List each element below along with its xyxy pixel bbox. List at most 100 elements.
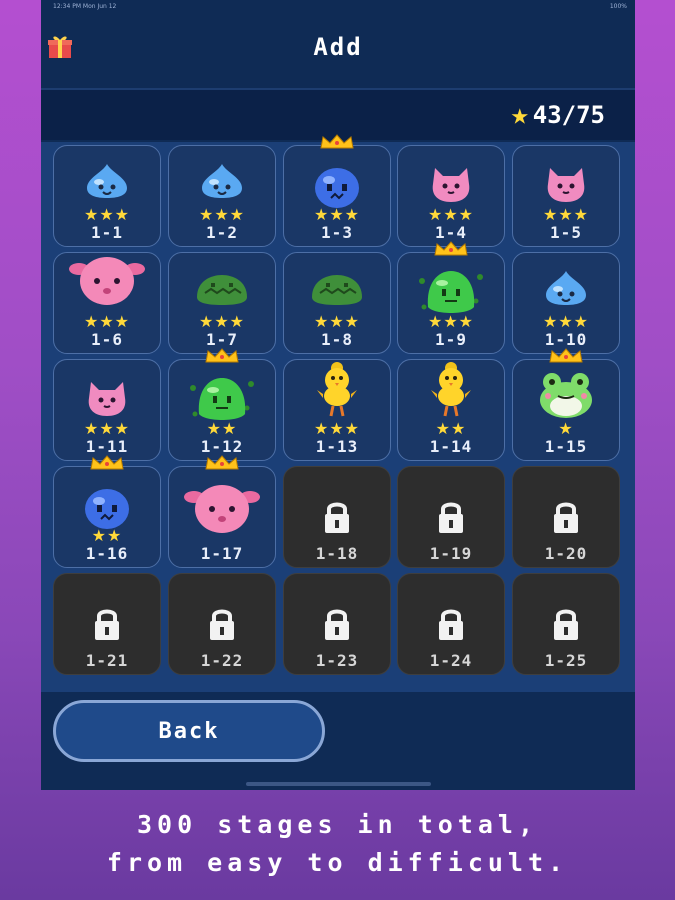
stage-label: 1-13 <box>315 437 359 456</box>
home-indicator <box>246 782 431 786</box>
promo-caption: 300 stages in total, from easy to diffic… <box>0 806 675 882</box>
crown-icon <box>319 134 355 154</box>
yellow-chick-icon <box>429 354 473 420</box>
crown-icon <box>89 455 125 475</box>
crown-icon <box>548 348 584 368</box>
stage-label: 1-25 <box>544 651 588 670</box>
stage-tile[interactable]: 1-24 <box>397 573 505 675</box>
star-icon: ★ <box>510 97 529 132</box>
stage-tile[interactable]: 1-23 <box>283 573 391 675</box>
stage-stars: ★★ <box>206 419 238 438</box>
bottom-bar: Back <box>41 692 635 790</box>
blue-blob-icon <box>309 134 365 210</box>
app-screen: 12:34 PM Mon Jun 12 100% Add ★ 43/75 ★★★… <box>41 0 635 790</box>
stage-tile[interactable]: ★★★ 1-7 <box>168 252 276 354</box>
back-button[interactable]: Back <box>53 700 325 762</box>
stage-tile[interactable]: ★★★ 1-3 <box>283 134 391 247</box>
lock-icon <box>92 606 122 646</box>
stage-tile[interactable]: 1-19 <box>397 466 505 568</box>
stage-tile[interactable]: ★★★ 1-6 <box>53 252 161 354</box>
star-total-bar: ★ 43/75 <box>41 88 635 140</box>
star-total: ★ 43/75 <box>511 100 605 130</box>
stage-label: 1-10 <box>544 330 588 349</box>
lock-icon <box>322 606 352 646</box>
stage-tile[interactable]: ★★ 1-12 <box>168 348 276 461</box>
stage-stars: ★★★ <box>198 312 246 331</box>
blue-slime-icon <box>540 267 592 307</box>
stage-label: 1-17 <box>200 544 244 563</box>
stage-label: 1-23 <box>315 651 359 670</box>
stage-label: 1-21 <box>85 651 129 670</box>
stage-label: 1-18 <box>315 544 359 563</box>
stage-label: 1-20 <box>544 544 588 563</box>
stage-tile[interactable]: ★★★ 1-10 <box>512 252 620 354</box>
green-jelly-icon <box>416 241 486 321</box>
stage-tile[interactable]: ★★★ 1-8 <box>283 252 391 354</box>
stage-label: 1-8 <box>321 330 353 349</box>
stage-tile[interactable]: ★★★ 1-13 <box>283 359 391 461</box>
stage-tile[interactable]: ★★ 1-16 <box>53 455 161 568</box>
stage-tile[interactable]: ★★★ 1-2 <box>168 145 276 247</box>
stage-label: 1-24 <box>429 651 473 670</box>
stage-label: 1-6 <box>91 330 123 349</box>
stage-stars: ★★★ <box>83 312 131 331</box>
lock-icon <box>436 606 466 646</box>
stage-tile[interactable]: 1-21 <box>53 573 161 675</box>
stage-stars: ★★★ <box>198 205 246 224</box>
stage-tile[interactable]: ★ 1-15 <box>512 348 620 461</box>
lock-icon <box>207 606 237 646</box>
pink-bunny-icon <box>69 247 145 309</box>
stage-stars: ★★★ <box>427 205 475 224</box>
status-battery: 100% <box>609 3 627 10</box>
stage-grid: ★★★ 1-1 ★★★ 1-2 ★★★ 1-3 ★★★ 1-4 ★★★ 1-5 ★★★ 1-6 ★★★ 1… <box>41 134 635 692</box>
stage-tile[interactable]: ★★★ 1-11 <box>53 359 161 461</box>
stage-tile[interactable]: ★★★ 1-1 <box>53 145 161 247</box>
stage-stars: ★★★ <box>313 419 361 438</box>
green-frog-icon <box>536 348 596 420</box>
stage-stars: ★★★ <box>83 205 131 224</box>
stage-stars: ★ <box>558 419 574 438</box>
stage-label: 1-14 <box>429 437 473 456</box>
stage-label: 1-11 <box>85 437 129 456</box>
stage-tile[interactable]: ★★★ 1-4 <box>397 145 505 247</box>
stage-stars: ★★★ <box>313 205 361 224</box>
status-bar: 12:34 PM Mon Jun 12 100% <box>41 0 635 14</box>
stage-tile[interactable]: 1-25 <box>512 573 620 675</box>
stage-label: 1-2 <box>206 223 238 242</box>
stage-tile[interactable]: 1-20 <box>512 466 620 568</box>
stage-label: 1-4 <box>435 223 467 242</box>
stage-stars: ★★★ <box>427 312 475 331</box>
stage-label: 1-3 <box>321 223 353 242</box>
stage-tile[interactable]: 1-22 <box>168 573 276 675</box>
stage-tile[interactable]: 1-17 <box>168 455 276 568</box>
stage-stars: ★★ <box>91 526 123 545</box>
stage-tile[interactable]: 1-18 <box>283 466 391 568</box>
star-total-value: 43/75 <box>532 101 605 129</box>
stage-stars: ★★★ <box>313 312 361 331</box>
title-bar: Add <box>41 14 635 88</box>
pink-cat-icon <box>83 374 131 420</box>
page-title: Add <box>313 33 363 61</box>
stage-label: 1-19 <box>429 544 473 563</box>
stage-stars: ★★★ <box>83 419 131 438</box>
status-time: 12:34 PM Mon Jun 12 <box>53 3 117 10</box>
pink-bunny-icon <box>184 455 260 537</box>
blue-blob-icon <box>79 455 135 531</box>
stage-label: 1-12 <box>200 437 244 456</box>
yellow-chick-icon <box>315 354 359 420</box>
stage-tile[interactable]: ★★★ 1-9 <box>397 241 505 354</box>
blue-slime-icon <box>196 160 248 200</box>
stage-stars: ★★★ <box>542 205 590 224</box>
stage-tile[interactable]: ★★★ 1-5 <box>512 145 620 247</box>
lock-icon <box>551 606 581 646</box>
pink-cat-icon <box>427 160 475 206</box>
stage-stars: ★★★ <box>542 312 590 331</box>
stage-tile[interactable]: ★★ 1-14 <box>397 359 505 461</box>
green-slime-icon <box>306 267 368 307</box>
lock-icon <box>436 499 466 539</box>
stage-label: 1-15 <box>544 437 588 456</box>
caption-line-1: 300 stages in total, <box>136 810 539 839</box>
gift-icon[interactable] <box>47 34 73 60</box>
stage-label: 1-9 <box>435 330 467 349</box>
crown-icon <box>204 455 240 475</box>
